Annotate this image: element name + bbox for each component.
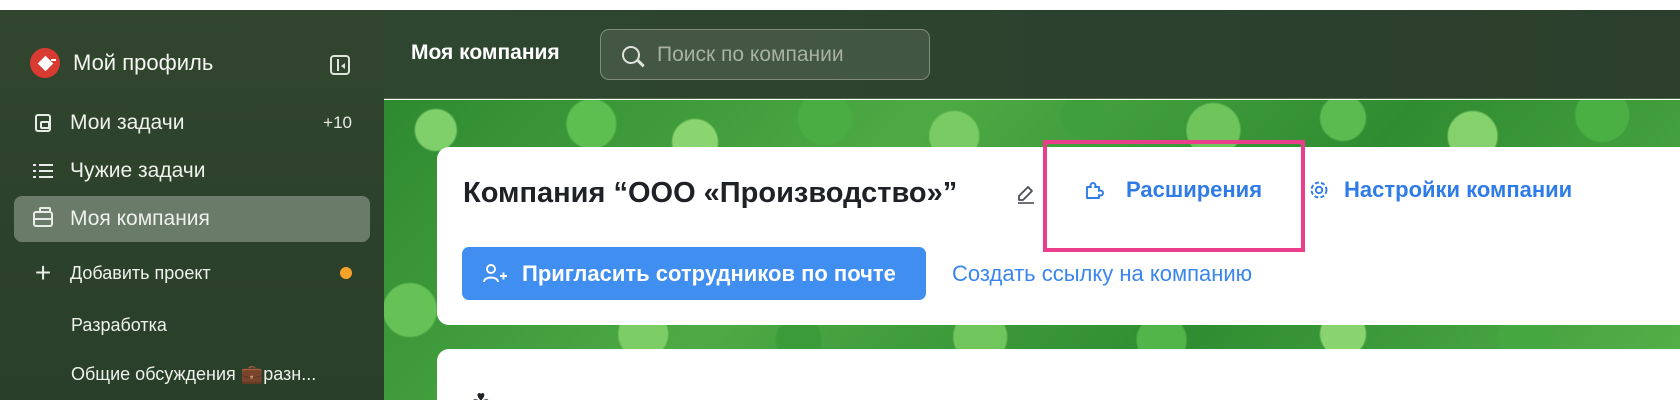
search-input[interactable] bbox=[657, 42, 907, 67]
invite-button-label: Пригласить сотрудников по почте bbox=[522, 260, 896, 286]
sidebar-item-others-tasks[interactable]: Чужие задачи bbox=[14, 148, 370, 194]
clover-icon: ☘ bbox=[471, 389, 491, 400]
sidebar-item-my-company[interactable]: Моя компания bbox=[14, 196, 370, 242]
sidebar-item-add-project[interactable]: + Добавить проект bbox=[14, 250, 370, 296]
edit-icon[interactable] bbox=[1015, 183, 1037, 205]
sidebar: Мой профиль Мои задачи +10 Чужие задачи … bbox=[0, 10, 384, 400]
add-user-icon bbox=[483, 263, 507, 282]
list-icon bbox=[32, 160, 54, 182]
sidebar-item-label: Мои задачи bbox=[70, 111, 185, 134]
search-box[interactable] bbox=[600, 29, 930, 80]
briefcase-icon bbox=[32, 207, 54, 230]
invite-by-email-button[interactable]: Пригласить сотрудников по почте bbox=[462, 247, 926, 300]
company-card: Компания “ООО «Производство»” Расширения… bbox=[437, 147, 1680, 325]
create-company-link[interactable]: Создать ссылку на компанию bbox=[952, 261, 1252, 287]
puzzle-icon bbox=[1086, 182, 1104, 199]
tasks-icon bbox=[32, 112, 54, 134]
tab-company-settings[interactable]: Настройки компании bbox=[1308, 177, 1572, 203]
search-icon bbox=[622, 45, 640, 64]
company-title: Компания “ООО «Производство»” bbox=[463, 177, 958, 209]
page-title: Моя компания bbox=[411, 41, 560, 64]
collapse-sidebar-icon[interactable] bbox=[330, 55, 350, 75]
sidebar-project-development[interactable]: Разработка bbox=[71, 315, 167, 336]
top-bar: Моя компания bbox=[384, 10, 1680, 99]
gear-icon bbox=[1310, 181, 1328, 199]
tab-label: Расширения bbox=[1126, 177, 1263, 202]
sidebar-item-label: Моя компания bbox=[70, 207, 210, 230]
profile-label: Мой профиль bbox=[73, 50, 214, 75]
tab-label: Настройки компании bbox=[1344, 177, 1573, 202]
sidebar-item-label: Добавить проект bbox=[70, 262, 211, 283]
tab-extensions[interactable]: Расширения bbox=[1084, 177, 1262, 203]
top-strip bbox=[0, 0, 1680, 10]
sidebar-item-label: Чужие задачи bbox=[70, 159, 206, 182]
sidebar-project-general-discussions[interactable]: Общие обсуждения 💼разн... bbox=[71, 364, 316, 385]
second-card: ☘ bbox=[437, 349, 1680, 400]
plus-icon: + bbox=[34, 257, 52, 288]
avatar bbox=[30, 48, 60, 78]
profile-link[interactable]: Мой профиль bbox=[30, 43, 213, 83]
status-dot bbox=[340, 267, 352, 279]
tasks-count-badge: +10 bbox=[323, 113, 352, 132]
sidebar-item-my-tasks[interactable]: Мои задачи +10 bbox=[14, 100, 370, 146]
